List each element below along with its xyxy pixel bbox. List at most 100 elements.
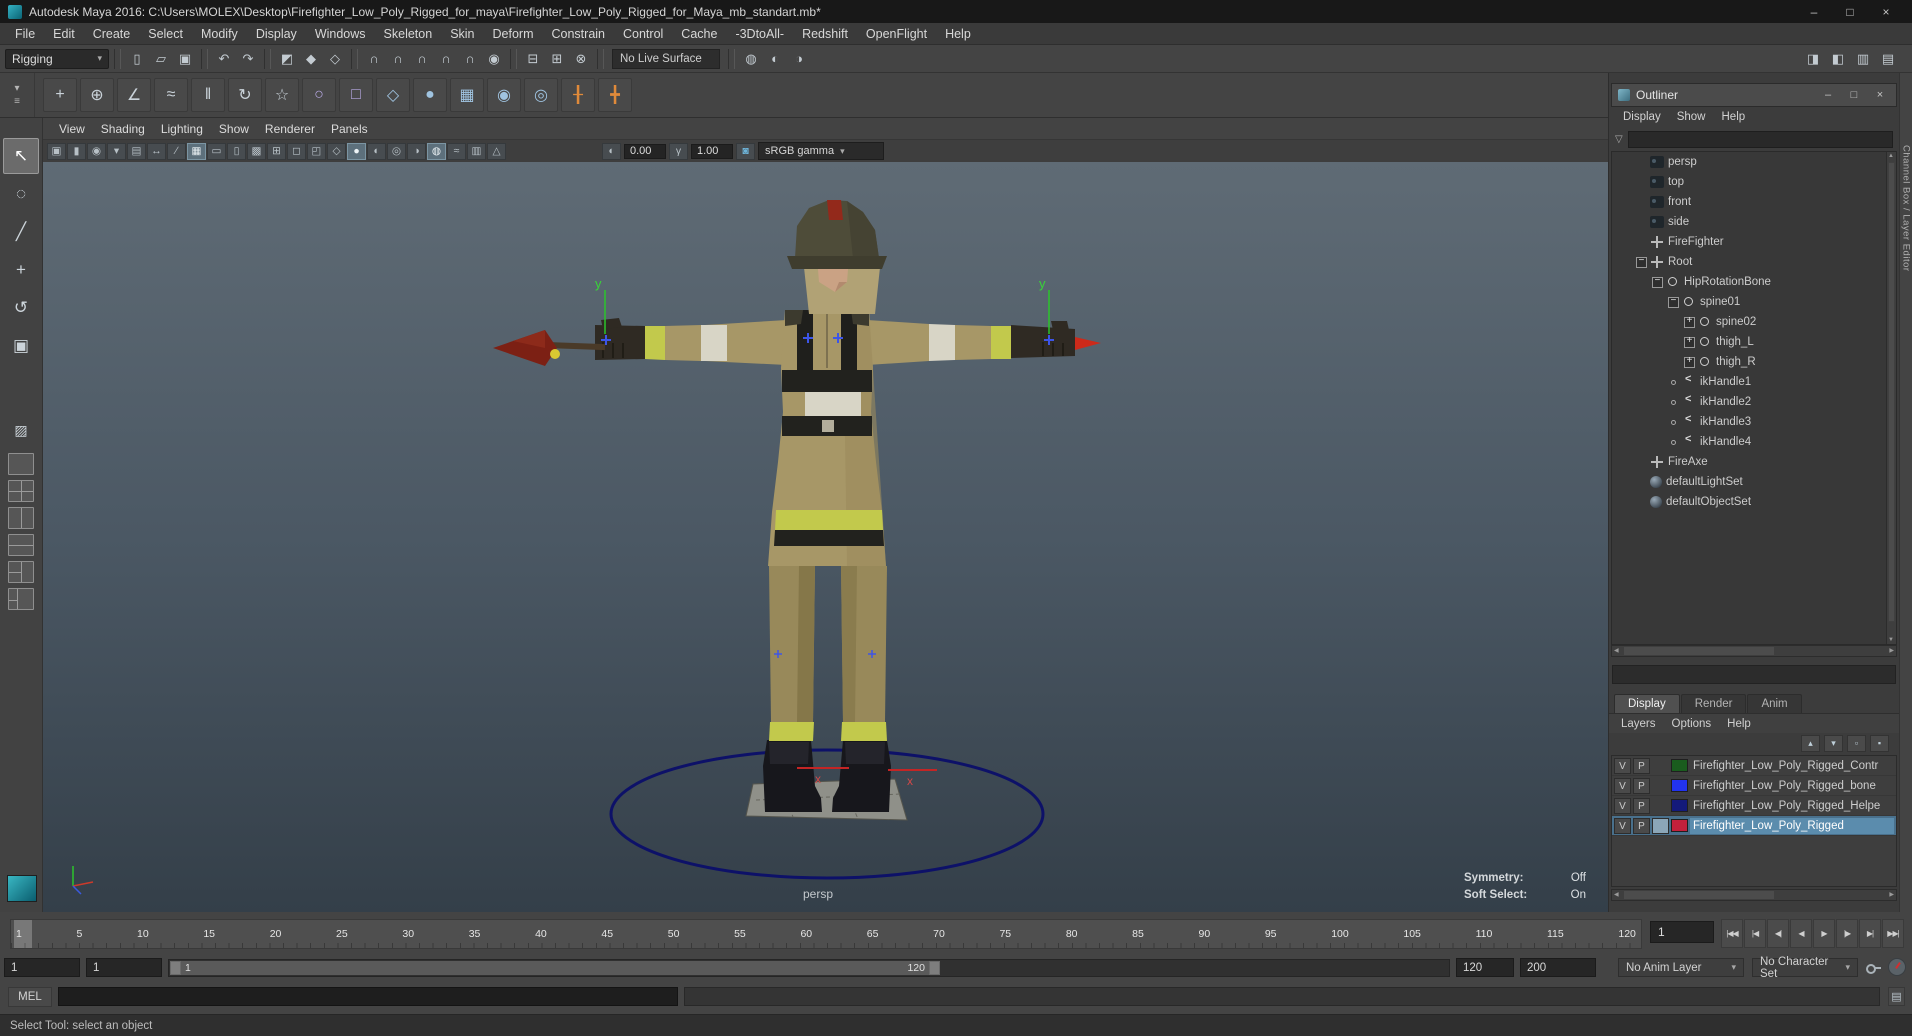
node-label[interactable]: HipRotationBone bbox=[1684, 276, 1771, 288]
outliner-menu-item[interactable]: Help bbox=[1714, 111, 1754, 123]
menu-item[interactable]: Skeleton bbox=[375, 25, 442, 43]
wrap-deformer-icon[interactable]: ◎ bbox=[524, 78, 558, 112]
step-forward-key-button[interactable]: ▶| bbox=[1859, 919, 1881, 948]
frame-tick-label[interactable]: 120 bbox=[1618, 928, 1636, 940]
outliner-item[interactable]: spine01 bbox=[1612, 292, 1896, 312]
lights-icon[interactable]: ◎ bbox=[387, 142, 406, 160]
layer-visibility-toggle[interactable]: V bbox=[1614, 757, 1631, 774]
outliner-window-titlebar[interactable]: Outliner – □ × bbox=[1611, 83, 1897, 107]
outliner-item[interactable]: HipRotationBone bbox=[1612, 272, 1896, 292]
snap-to-point-icon[interactable]: ∩ bbox=[411, 48, 433, 70]
soft-mod-icon[interactable]: ◉ bbox=[487, 78, 521, 112]
exposure-icon[interactable]: ◐ bbox=[602, 142, 621, 160]
outliner-minimize-button[interactable]: – bbox=[1818, 89, 1838, 101]
animation-preferences-icon[interactable] bbox=[1888, 958, 1906, 976]
panel-menu-item[interactable]: Panels bbox=[323, 122, 376, 136]
script-editor-icon[interactable]: ▤ bbox=[1888, 987, 1905, 1006]
playback-start-field[interactable]: 1 bbox=[4, 958, 80, 977]
lasso-select-tool[interactable]: ◌ bbox=[3, 176, 39, 212]
node-label[interactable]: ikHandle1 bbox=[1700, 376, 1751, 388]
outliner-horizontal-scrollbar[interactable] bbox=[1611, 645, 1897, 657]
render-current-frame-icon[interactable]: ◍ bbox=[740, 48, 762, 70]
outliner-close-button[interactable]: × bbox=[1870, 89, 1890, 101]
display-layer-row[interactable]: V P Firefighter_Low_Poly_Rigged_Helpe bbox=[1612, 796, 1896, 816]
frame-tick-label[interactable]: 100 bbox=[1331, 928, 1349, 940]
select-by-hierarchy-icon[interactable]: ◩ bbox=[276, 48, 298, 70]
ik-spline-icon[interactable]: ≈ bbox=[154, 78, 188, 112]
display-layer-row[interactable]: V P Firefighter_Low_Poly_Rigged bbox=[1612, 816, 1896, 836]
range-end-handle[interactable] bbox=[929, 961, 940, 975]
step-forward-frame-button[interactable]: |▶ bbox=[1836, 919, 1858, 948]
command-input[interactable] bbox=[58, 987, 678, 1006]
node-label[interactable]: ikHandle3 bbox=[1700, 416, 1751, 428]
safe-action-icon[interactable]: ◻ bbox=[287, 142, 306, 160]
menu-item[interactable]: Control bbox=[614, 25, 672, 43]
mirror-joint-icon[interactable]: ‖ bbox=[191, 78, 225, 112]
menu-item[interactable]: Select bbox=[139, 25, 192, 43]
select-by-component-icon[interactable]: ◇ bbox=[324, 48, 346, 70]
frame-tick-label[interactable]: 80 bbox=[1066, 928, 1078, 940]
frame-tick-label[interactable]: 1 bbox=[16, 928, 22, 940]
node-label[interactable]: thigh_R bbox=[1716, 356, 1756, 368]
frame-tick-label[interactable]: 50 bbox=[668, 928, 680, 940]
shaded-icon[interactable]: ● bbox=[347, 142, 366, 160]
three-pane-layout-button[interactable] bbox=[8, 561, 34, 583]
channel-filter-field[interactable] bbox=[1612, 665, 1896, 684]
menu-item[interactable]: Display bbox=[247, 25, 306, 43]
image-plane-icon[interactable]: ▤ bbox=[127, 142, 146, 160]
scrollbar-thumb[interactable] bbox=[1624, 647, 1774, 655]
node-label[interactable]: front bbox=[1668, 196, 1691, 208]
create-empty-layer-icon[interactable]: ▫ bbox=[1847, 734, 1866, 752]
node-label[interactable]: persp bbox=[1668, 156, 1697, 168]
orient-joint-icon[interactable]: ↻ bbox=[228, 78, 262, 112]
layer-color-swatch[interactable] bbox=[1671, 759, 1688, 772]
undo-icon[interactable]: ↶ bbox=[213, 48, 235, 70]
frame-tick-label[interactable]: 115 bbox=[1547, 928, 1564, 940]
saved-layout-button[interactable] bbox=[7, 875, 37, 902]
node-label[interactable]: FireAxe bbox=[1668, 456, 1708, 468]
move-tool[interactable]: + bbox=[3, 252, 39, 288]
insert-joint-icon[interactable]: ⊕ bbox=[80, 78, 114, 112]
frame-tick-label[interactable]: 15 bbox=[203, 928, 215, 940]
outliner-item[interactable]: FireFighter bbox=[1612, 232, 1896, 252]
panel-menu-item[interactable]: Show bbox=[211, 122, 257, 136]
expander-icon[interactable] bbox=[1652, 275, 1663, 288]
node-label[interactable]: spine02 bbox=[1716, 316, 1756, 328]
frame-tick-label[interactable]: 30 bbox=[402, 928, 414, 940]
frame-tick-label[interactable]: 105 bbox=[1403, 928, 1421, 940]
frame-tick-label[interactable]: 25 bbox=[336, 928, 348, 940]
layer-visibility-toggle[interactable]: V bbox=[1614, 817, 1631, 834]
xray-icon[interactable]: ▥ bbox=[467, 142, 486, 160]
menu-set-selector[interactable]: Rigging ▾ bbox=[5, 48, 109, 69]
layer-name[interactable]: Firefighter_Low_Poly_Rigged_Contr bbox=[1690, 758, 1894, 774]
outliner-vertical-scrollbar[interactable] bbox=[1886, 152, 1896, 644]
anim-layer-dropdown[interactable]: No Anim Layer ▾ bbox=[1618, 958, 1744, 977]
auto-keyframe-icon[interactable] bbox=[1864, 958, 1882, 976]
expander-icon[interactable] bbox=[1684, 355, 1695, 368]
shelf-tab-selector-icon[interactable]: ▾ bbox=[14, 83, 19, 94]
frame-tick-label[interactable]: 70 bbox=[933, 928, 945, 940]
outliner-item[interactable]: side bbox=[1612, 212, 1896, 232]
frame-tick-label[interactable]: 85 bbox=[1132, 928, 1144, 940]
layer-editor-menu-item[interactable]: Layers bbox=[1613, 718, 1664, 730]
layer-editor-menu-item[interactable]: Help bbox=[1719, 718, 1759, 730]
scale-tool[interactable]: ▣ bbox=[3, 328, 39, 364]
node-label[interactable]: thigh_L bbox=[1716, 336, 1754, 348]
menu-item[interactable]: Cache bbox=[672, 25, 726, 43]
2d-pan-zoom-icon[interactable]: ↔ bbox=[147, 142, 166, 160]
camera-attributes-icon[interactable]: ◉ bbox=[87, 142, 106, 160]
menu-item[interactable]: File bbox=[6, 25, 44, 43]
layer-display-type-box[interactable] bbox=[1652, 817, 1669, 834]
paint-select-tool[interactable]: ╱ bbox=[3, 214, 39, 250]
menu-item[interactable]: Create bbox=[84, 25, 140, 43]
color-space-dropdown[interactable]: sRGB gamma ▾ bbox=[758, 142, 884, 160]
measure-distance-icon[interactable]: ╂ bbox=[561, 78, 595, 112]
measure-angle-icon[interactable]: ╋ bbox=[598, 78, 632, 112]
gamma-field[interactable]: 1.00 bbox=[691, 143, 733, 159]
layer-editor-tab[interactable]: Anim bbox=[1747, 694, 1802, 713]
layer-playback-toggle[interactable]: P bbox=[1633, 817, 1650, 834]
isolate-select-icon[interactable]: △ bbox=[487, 142, 506, 160]
layer-playback-toggle[interactable]: P bbox=[1633, 757, 1650, 774]
command-result-field[interactable] bbox=[684, 987, 1880, 1006]
shadows-icon[interactable]: ◑ bbox=[407, 142, 426, 160]
